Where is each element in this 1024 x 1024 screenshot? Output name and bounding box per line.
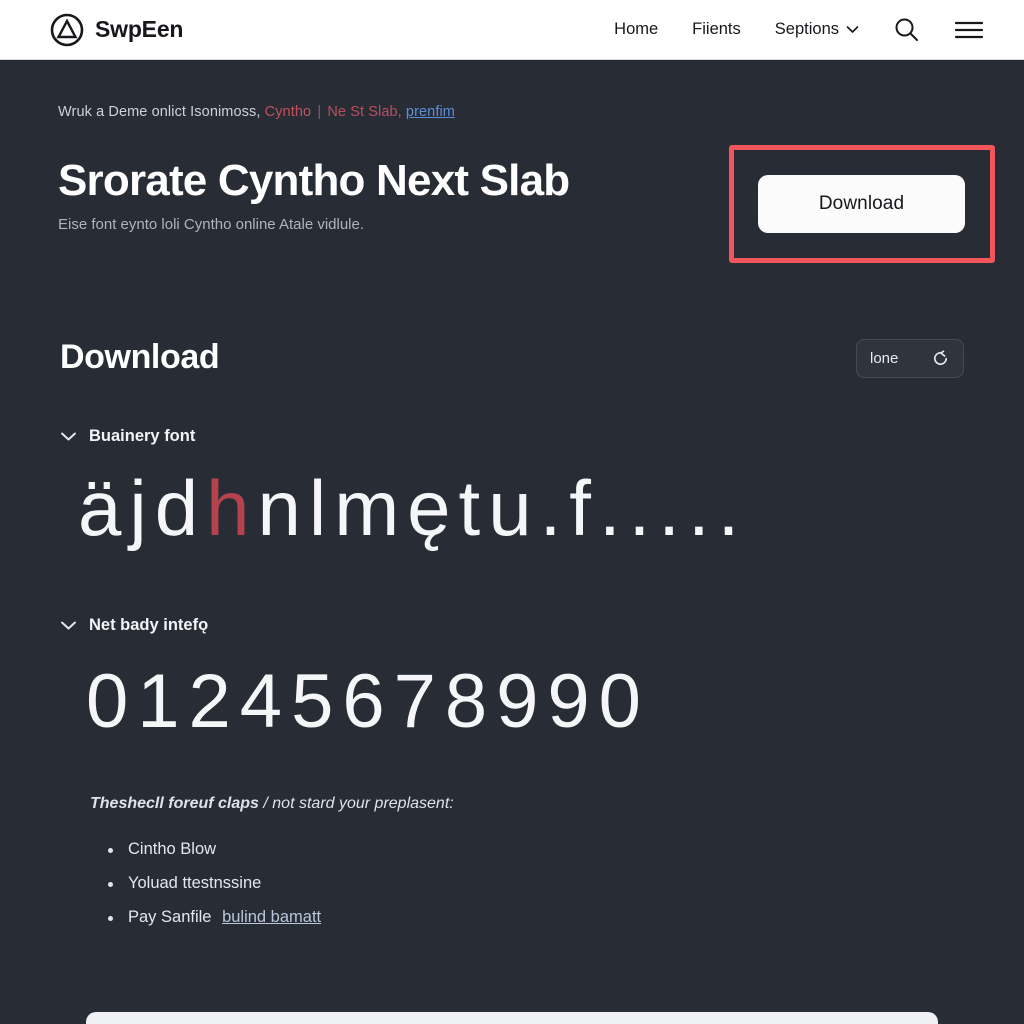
list-item-link[interactable]: bulind bamatt — [222, 908, 321, 926]
page-title: Srorate Cyntho Next Slab — [58, 156, 570, 205]
main-navigation: Home Fiients Septions — [614, 16, 984, 43]
page-subtitle: Eise font eynto loli Cyntho online Atale… — [58, 216, 365, 233]
usage-note-rest: / not stard your preplasent: — [263, 795, 454, 812]
brand-logo[interactable]: SwpEen — [50, 13, 183, 47]
nav-dropdown-septions[interactable]: Septions — [775, 20, 859, 39]
hamburger-menu-icon[interactable] — [954, 19, 984, 41]
list-item-text: Pay Sanfile — [128, 908, 212, 926]
list-item-text: Cintho Blow — [128, 840, 217, 858]
list-item: Pay Sanfile bulind bamatt — [108, 908, 321, 927]
reset-rotate-icon — [931, 349, 950, 368]
specimen-glyphs-pre: äjd — [78, 464, 207, 552]
usage-note: Theshecll foreuf claps / not stard your … — [90, 795, 454, 813]
brand-name: SwpEen — [95, 16, 184, 42]
list-item: Yoluad ttestnssine — [108, 874, 321, 893]
breadcrumb-link[interactable]: prenfim — [406, 104, 455, 120]
reset-selection-chip[interactable]: lone — [856, 339, 964, 378]
list-item-text: Yoluad ttestnssine — [128, 874, 262, 892]
breadcrumb-prefix: Wruk a Deme onlict Isonimoss, — [58, 104, 261, 120]
site-header: SwpEen Home Fiients Septions — [0, 0, 1024, 60]
search-icon[interactable] — [893, 16, 920, 43]
usage-note-emphasis: Theshecll foreuf claps — [90, 795, 259, 812]
collapsible-group-buainery-font-label: Buainery font — [89, 427, 196, 445]
triangle-in-circle-logo-icon — [50, 13, 84, 47]
specimen-glyphs-post: nlmętu.f..... — [257, 464, 748, 552]
specimen-glyph-accent: h — [206, 464, 258, 552]
chevron-down-icon — [60, 431, 77, 442]
collapsible-group-net-bady-intefe-label: Net bady intefǫ — [89, 616, 209, 634]
reset-selection-chip-label: lone — [870, 350, 899, 367]
breadcrumb-accent-secondary[interactable]: Ne St Slab, — [327, 104, 401, 120]
chevron-down-icon — [846, 25, 859, 34]
usage-bullet-list: Cintho Blow Yoluad ttestnssine Pay Sanfi… — [108, 840, 321, 942]
download-section-heading: Download — [60, 338, 220, 376]
nav-link-home[interactable]: Home — [614, 20, 658, 39]
breadcrumb: Wruk a Deme onlict Isonimoss, Cyntho | N… — [58, 104, 455, 120]
list-item: Cintho Blow — [108, 840, 321, 859]
nav-link-septions-label: Septions — [774, 20, 839, 38]
download-button[interactable]: Download — [758, 175, 965, 233]
bottom-panel-peek — [86, 1012, 938, 1024]
collapsible-group-net-bady-intefe[interactable]: Net bady intefǫ — [60, 616, 208, 635]
nav-link-fiients[interactable]: Fiients — [692, 20, 741, 39]
font-specimen-digits: 01245678990 — [86, 659, 650, 744]
breadcrumb-separator: | — [317, 104, 322, 120]
breadcrumb-accent[interactable]: Cyntho — [265, 104, 312, 120]
chevron-down-icon — [60, 620, 77, 631]
font-specimen-glyphs: äjdhnlmętu.f..... — [78, 463, 747, 554]
collapsible-group-buainery-font[interactable]: Buainery font — [60, 427, 195, 446]
